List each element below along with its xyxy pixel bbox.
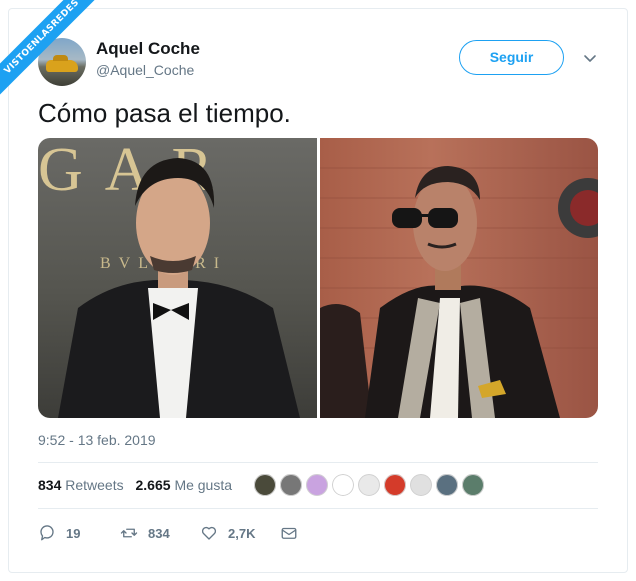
liker-avatar[interactable] [409, 473, 433, 497]
likes-count: 2.665 [135, 477, 171, 493]
photo-right[interactable] [320, 138, 598, 418]
reply-icon [40, 525, 54, 541]
liker-avatar[interactable] [383, 473, 407, 497]
user-handle[interactable]: @Aquel_Coche [96, 62, 194, 78]
retweets-stat[interactable]: 834 Retweets [38, 477, 124, 493]
retweets-count: 834 [38, 477, 62, 493]
watermark: VISTOENLASREDES [0, 0, 110, 110]
retweet-button[interactable]: 834 [120, 522, 170, 544]
like-count: 2,7K [228, 525, 256, 541]
photo-left[interactable]: GAR BVLGARI [38, 138, 317, 418]
tweet-media[interactable]: GAR BVLGARI [38, 138, 598, 418]
heart-icon [201, 526, 217, 540]
follow-button[interactable]: Seguir [459, 40, 564, 75]
reply-count: 19 [66, 525, 81, 541]
liker-avatar[interactable] [435, 473, 459, 497]
liker-avatar[interactable] [461, 473, 485, 497]
photo-right-scene [320, 166, 598, 418]
reply-button[interactable]: 19 [38, 522, 80, 544]
chevron-down-icon[interactable] [582, 50, 598, 66]
likes-label: Me gusta [174, 477, 233, 493]
retweet-count: 834 [148, 525, 170, 541]
liker-avatar[interactable] [331, 473, 355, 497]
user-name[interactable]: Aquel Coche [96, 39, 200, 59]
liker-avatar[interactable] [305, 473, 329, 497]
liker-avatar[interactable] [357, 473, 381, 497]
likes-stat[interactable]: 2.665 Me gusta [136, 477, 233, 493]
divider [38, 508, 598, 509]
tweet-stats: 834 Retweets 2.665 Me gusta [38, 477, 240, 493]
liker-avatar[interactable] [279, 473, 303, 497]
tweet-timestamp[interactable]: 9:52 - 13 feb. 2019 [38, 432, 156, 448]
watermark-text: VISTOENLASREDES [0, 0, 107, 102]
retweets-label: Retweets [65, 477, 124, 493]
envelope-icon [281, 527, 297, 539]
divider [38, 462, 598, 463]
message-button[interactable] [280, 522, 308, 544]
liker-avatar[interactable] [253, 473, 277, 497]
like-button[interactable]: 2,7K [200, 522, 255, 544]
photo-left-scene: GAR BVLGARI [38, 138, 300, 418]
retweet-icon [120, 528, 138, 538]
